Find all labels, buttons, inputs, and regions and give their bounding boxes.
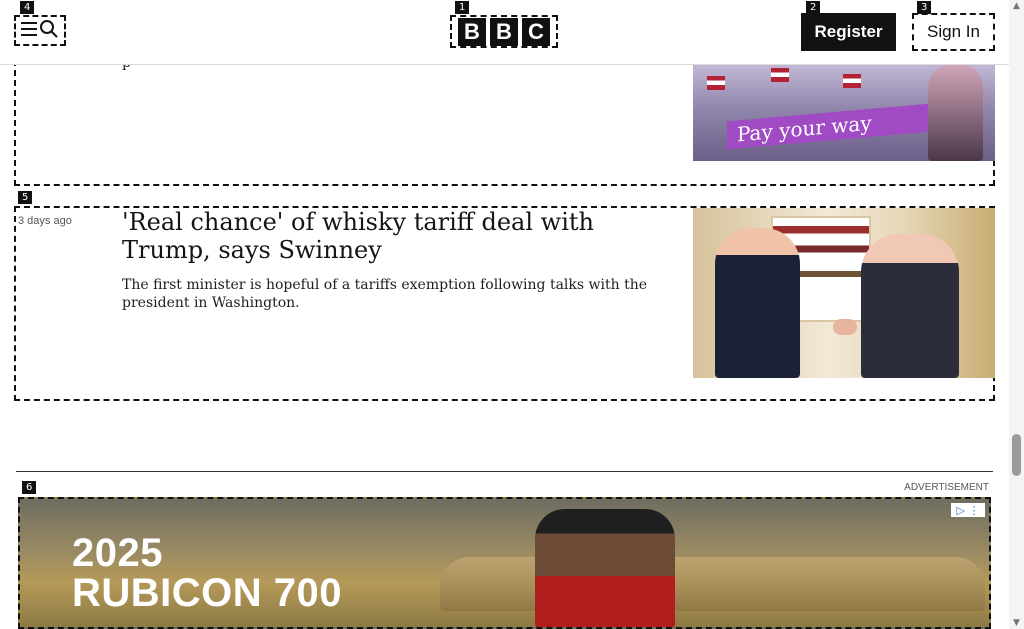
menu-icon — [21, 22, 37, 39]
advertisement-marker: 6 — [22, 481, 37, 494]
logo-letter-c: C — [522, 17, 550, 46]
article-time: 3 days ago — [18, 215, 72, 227]
pay-your-way-banner: Pay your way — [727, 102, 942, 150]
register-button[interactable]: Register — [801, 13, 896, 51]
person-right — [861, 234, 959, 378]
sign-in-marker: 3 — [917, 1, 932, 14]
scrollbar-thumb[interactable] — [1012, 434, 1021, 476]
sign-in-button[interactable]: Sign In — [912, 13, 995, 51]
ad-year: 2025 — [72, 531, 163, 575]
advertisement-label: ADVERTISEMENT — [904, 482, 989, 493]
chevron-up-icon[interactable]: ▲ — [1012, 2, 1021, 11]
logo-letter-b: B — [458, 17, 486, 46]
article-summary: The first minister is hopeful of a tarif… — [122, 277, 648, 311]
register-marker: 2 — [806, 1, 821, 14]
flag-icon-second — [771, 68, 789, 82]
nyse-image[interactable]: Pay your way — [693, 64, 995, 161]
advertisement-banner[interactable]: 2025 RUBICON 700 ▷ ⋮ — [18, 497, 991, 629]
page-scrollbar[interactable]: ▲ ▼ — [1009, 0, 1024, 629]
menu-search-button[interactable] — [14, 15, 66, 46]
logo-marker: 1 — [455, 1, 470, 14]
section-divider — [16, 471, 993, 472]
hay-bales — [440, 557, 985, 611]
ad-model: RUBICON 700 — [72, 571, 343, 615]
article-marker: 5 — [18, 191, 33, 204]
handshake — [833, 319, 857, 335]
chevron-down-icon[interactable]: ▼ — [1012, 619, 1021, 628]
trump-swinney-image[interactable] — [693, 208, 995, 378]
flag-icon-third — [843, 74, 861, 88]
bbc-logo[interactable]: B B C — [450, 15, 558, 48]
logo-letter-b-second: B — [490, 17, 518, 46]
atv-rider — [535, 509, 675, 627]
article-card-whisky[interactable]: 5 3 days ago 'Real chance' of whisky tar… — [14, 191, 995, 401]
search-icon — [39, 19, 59, 42]
person-left — [715, 228, 800, 378]
site-header: 4 1 B B C 2 Register 3 Sign In — [0, 0, 1009, 65]
flag-icon — [707, 76, 725, 90]
menu-marker: 4 — [20, 1, 35, 14]
person-silhouette — [928, 64, 983, 161]
ad-choices-icon[interactable]: ▷ ⋮ — [951, 503, 985, 517]
article-headline[interactable]: 'Real chance' of whisky tariff deal with… — [122, 208, 682, 264]
ad-headline: 2025 RUBICON 700 — [72, 533, 342, 613]
